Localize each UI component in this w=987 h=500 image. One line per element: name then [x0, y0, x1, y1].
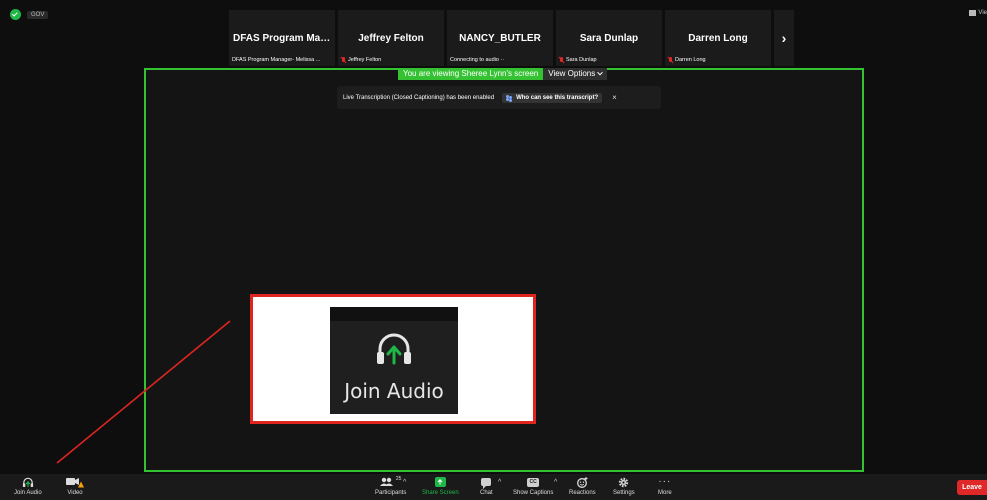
participant-name: Darren Long	[688, 33, 748, 44]
participant-name: DFAS Program Manage...	[233, 33, 335, 44]
participant-tile[interactable]: DFAS Program Manage... DFAS Program Mana…	[229, 10, 335, 66]
view-button[interactable]: Vie	[969, 10, 987, 16]
video-text: Video	[67, 490, 83, 496]
headset-icon	[22, 476, 34, 488]
participant-tile[interactable]: Jeffrey Felton Jeffrey Felton	[338, 10, 444, 66]
participant-label: DFAS Program Manager- Melissa ...	[232, 57, 320, 63]
participants-caret[interactable]: ^	[403, 479, 406, 486]
join-audio-label: Join Audio	[344, 379, 444, 403]
show-captions-button[interactable]: CC Show Captions	[513, 476, 553, 496]
more-text: More	[658, 490, 672, 496]
viewing-banner: You are viewing Sheree Lynn's screen Vie…	[398, 68, 608, 80]
participants-count: 25	[395, 476, 402, 482]
grid-icon	[969, 10, 977, 16]
more-button[interactable]: ··· More	[658, 476, 672, 497]
headset-icon	[377, 333, 411, 365]
participant-name: Sara Dunlap	[579, 33, 639, 44]
viewing-text: You are viewing Sheree Lynn's screen	[398, 68, 544, 80]
shield-icon	[10, 9, 21, 20]
share-screen-text: Share Screen	[422, 490, 459, 496]
chat-button[interactable]: Chat	[480, 476, 493, 496]
participants-text: Participants	[375, 490, 407, 496]
participant-label: Jeffrey Felton	[341, 57, 381, 63]
join-audio-zoomed: Join Audio	[330, 307, 458, 414]
chevron-down-icon	[597, 69, 604, 76]
participants-icon: 25	[379, 476, 402, 488]
view-options-label: View Options	[548, 69, 596, 78]
captions-caret[interactable]: ^	[554, 479, 557, 486]
participant-label-text: Jeffrey Felton	[348, 57, 382, 63]
who-can-see-button[interactable]: Who can see this transcript?	[502, 92, 603, 103]
participant-label-text: DFAS Program Manager- Melissa ...	[232, 57, 321, 63]
settings-text: Settings	[613, 490, 635, 496]
cc-icon: CC	[527, 476, 540, 488]
chat-caret[interactable]: ^	[498, 479, 501, 486]
participant-tile[interactable]: NANCY_BUTLER Connecting to audio ··	[447, 10, 553, 66]
more-icon: ···	[658, 476, 672, 487]
chat-text: Chat	[480, 490, 493, 496]
security-badge[interactable]: GOV	[10, 9, 49, 20]
view-options-button[interactable]: View Options	[543, 68, 608, 80]
settings-button[interactable]: Settings	[613, 476, 635, 496]
people-icon	[506, 94, 513, 101]
reactions-icon	[576, 476, 588, 488]
mic-muted-icon	[559, 57, 564, 63]
zoomed-topbar	[330, 307, 458, 321]
participant-name: NANCY_BUTLER	[459, 33, 541, 44]
caption-notification: Live Transcription (Closed Captioning) h…	[337, 86, 661, 109]
participant-strip: DFAS Program Manage... DFAS Program Mana…	[229, 10, 794, 66]
join-audio-button[interactable]: Join Audio	[14, 476, 42, 496]
participant-label: Sara Dunlap	[559, 57, 597, 63]
mic-muted-icon	[341, 57, 346, 63]
view-button-label: Vie	[978, 10, 987, 16]
participants-button[interactable]: 25 Participants	[375, 476, 406, 496]
chat-icon	[481, 476, 492, 489]
participant-tile[interactable]: Darren Long Darren Long	[665, 10, 771, 66]
leave-button[interactable]: Leave	[957, 480, 987, 495]
meeting-toolbar: Join Audio Video 25 Participants ^ Share…	[0, 474, 987, 500]
participant-label-text: Darren Long	[675, 57, 706, 63]
participant-label: Darren Long	[668, 57, 706, 63]
participant-label-text: Connecting to audio ··	[450, 57, 505, 63]
participant-tile[interactable]: Sara Dunlap Sara Dunlap	[556, 10, 662, 66]
mic-muted-icon	[668, 57, 673, 63]
gear-icon	[618, 476, 629, 488]
caption-message: Live Transcription (Closed Captioning) h…	[343, 94, 495, 101]
reactions-text: Reactions	[569, 490, 596, 496]
participant-label: Connecting to audio ··	[450, 57, 504, 63]
security-badge-label: GOV	[27, 10, 49, 19]
video-button[interactable]: Video	[66, 476, 84, 496]
camera-icon	[66, 476, 84, 488]
participant-label-text: Sara Dunlap	[566, 57, 597, 63]
who-can-see-label: Who can see this transcript?	[516, 94, 599, 101]
join-audio-text: Join Audio	[14, 490, 42, 496]
show-captions-text: Show Captions	[513, 490, 554, 496]
reactions-button[interactable]: Reactions	[569, 476, 596, 496]
share-screen-icon	[434, 476, 446, 488]
participant-name: Jeffrey Felton	[358, 33, 424, 44]
share-screen-button[interactable]: Share Screen	[422, 476, 459, 496]
chevron-right-icon[interactable]: ›	[774, 10, 794, 66]
close-icon[interactable]: ×	[612, 93, 617, 102]
join-audio-callout: Join Audio	[250, 294, 536, 424]
